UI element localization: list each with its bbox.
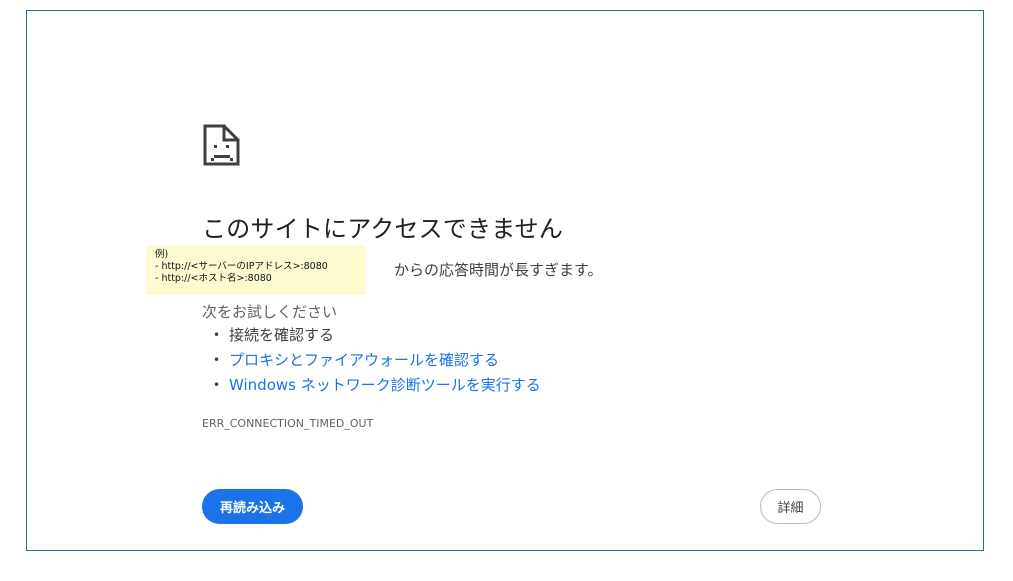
suggestion-list: • 接続を確認する • プロキシとファイアウォールを確認する • Windows… [213,323,541,398]
suggestion-check-connection: • 接続を確認する [213,323,541,348]
page-title: このサイトにアクセスできません [202,215,564,243]
tooltip-line: 例) [155,249,169,260]
proxy-firewall-link[interactable]: プロキシとファイアウォールを確認する [229,351,499,369]
bullet-icon: • [213,378,221,392]
details-button[interactable]: 詳細 [760,489,821,524]
tooltip-line: - http://<サーバーのIPアドレス>:8080 [155,261,328,272]
tooltip-line: - http://<ホスト名>:8080 [155,273,272,284]
bullet-icon: • [213,353,221,367]
network-diagnostics-link[interactable]: Windows ネットワーク診断ツールを実行する [229,376,541,394]
description-text: からの応答時間が長すぎます。 [394,261,603,279]
url-example-tooltip: 例) - http://<サーバーのIPアドレス>:8080 - http://… [146,245,366,295]
bullet-icon: • [213,328,221,342]
reload-button[interactable]: 再読み込み [202,489,303,524]
suggestion-check-proxy[interactable]: • プロキシとファイアウォールを確認する [213,348,541,373]
suggestion-text: 接続を確認する [229,326,335,344]
sad-document-icon [203,124,240,166]
try-heading: 次をお試しください [202,303,338,321]
suggestion-run-diagnostics[interactable]: • Windows ネットワーク診断ツールを実行する [213,373,541,398]
error-code: ERR_CONNECTION_TIMED_OUT [202,417,374,430]
